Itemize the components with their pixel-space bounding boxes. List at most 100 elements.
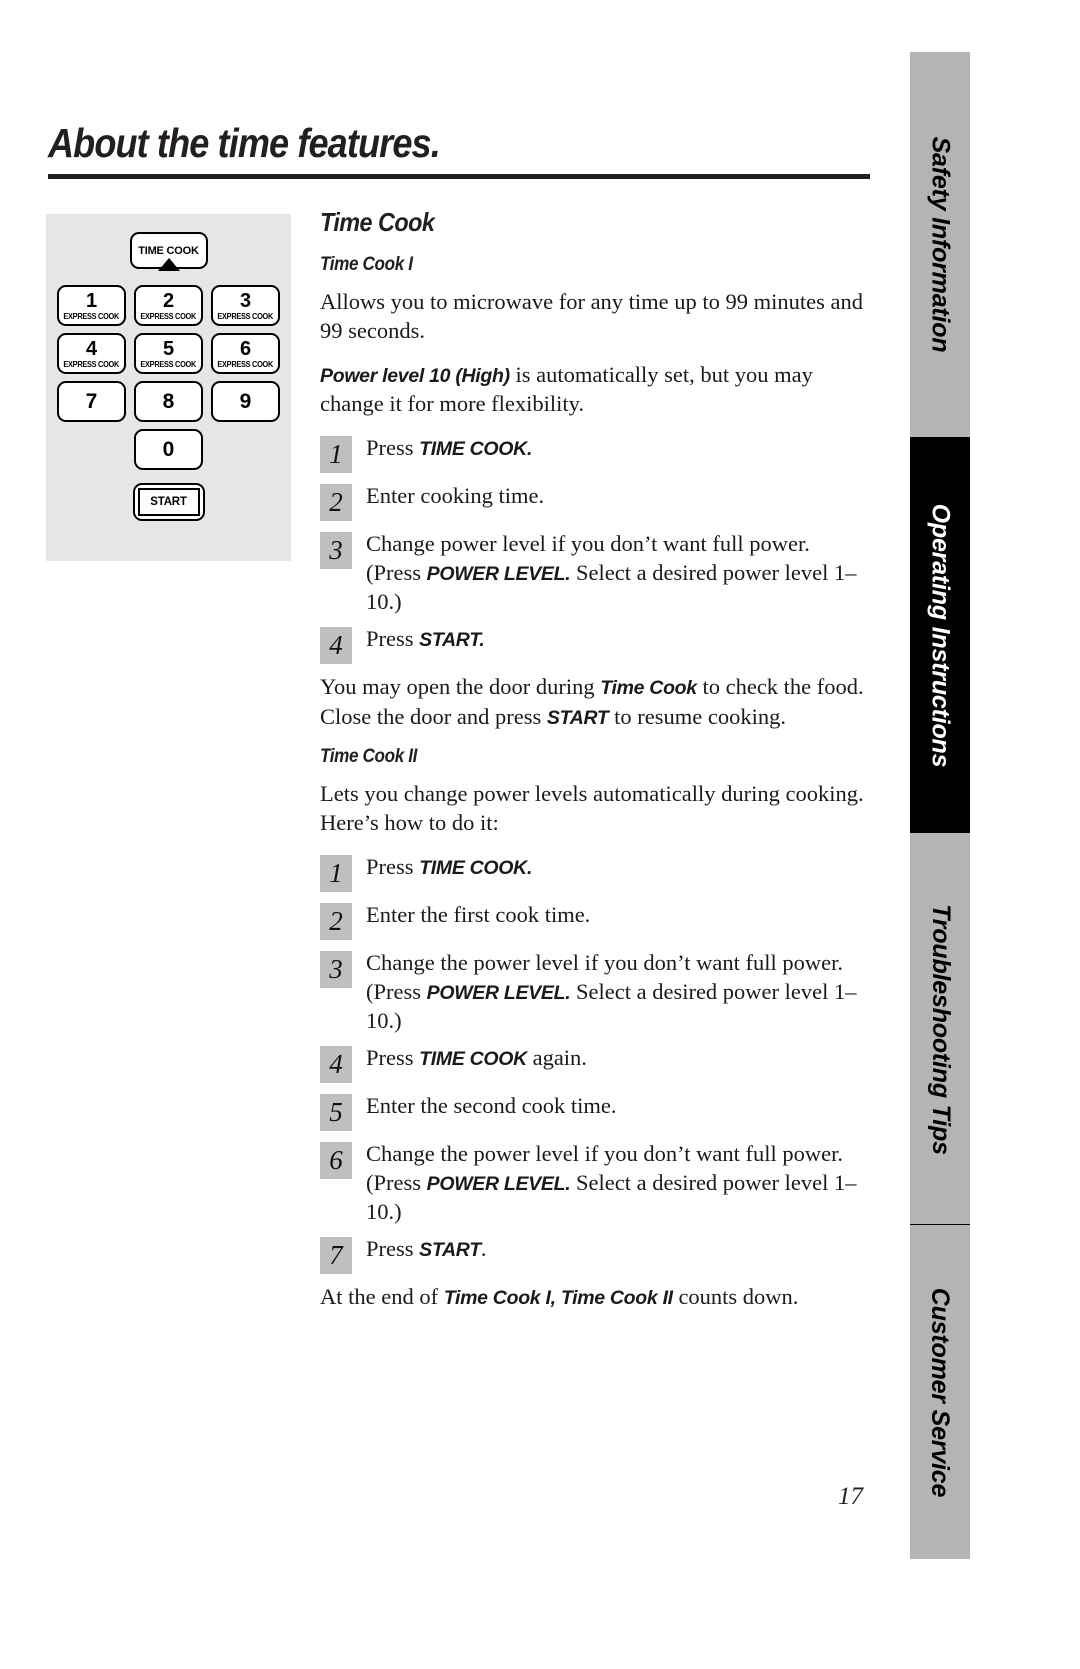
key-5[interactable]: 5 EXPRESS COOK [134,333,203,374]
list-item: 5 Enter the second cook time. [320,1091,865,1131]
step-keyword: TIME COOK. [419,856,533,879]
key-time-cook[interactable]: TIME COOK [129,232,208,271]
content-column: Time Cook Time Cook I Allows you to micr… [320,207,865,1326]
key-start-inner: START [137,488,200,516]
time-cook-2-closing: At the end of Time Cook I, Time Cook II … [320,1282,865,1311]
key-7[interactable]: 7 [57,381,126,422]
note-part-1: You may open the door during [320,674,601,700]
time-cook-1-steps: 1 Press TIME COOK. 2 Enter cooking time. 3… [320,433,865,665]
section-title: Time Cook [320,207,435,237]
closing-keyword: Time Cook I, Time Cook II [443,1287,673,1310]
list-item: 2 Enter cooking time. [320,481,865,522]
key-4-sublabel: EXPRESS COOK [63,359,120,369]
keypad-row-2: 4 EXPRESS COOK 5 EXPRESS COOK 6 EXPRESS … [46,333,291,374]
step-text-pre: Press [366,1044,420,1070]
list-item: 1 Press TIME COOK. [320,433,865,474]
time-cook-1-note: You may open the door during Time Cook t… [320,672,865,730]
step-text-pre: Press [366,435,420,461]
step-number: 6 [320,1141,352,1179]
key-start[interactable]: START [132,483,205,521]
list-item: 4 Press START. [320,624,865,665]
time-cook-1-intro: Allows you to microwave for any time up … [320,289,864,344]
step-keyword: POWER LEVEL. [426,1172,571,1195]
step-text-pre: Press [366,1236,420,1262]
list-item: 4 Press TIME COOK again. [320,1043,865,1083]
key-2-digit: 2 [162,289,175,312]
key-0-digit: 0 [162,438,175,461]
keypad-diagram: TIME COOK 1 EXPRESS COOK 2 EXPRESS COOK … [46,214,291,561]
key-3-digit: 3 [239,289,252,312]
step-number: 5 [320,1093,352,1131]
key-8-digit: 8 [162,390,175,413]
key-5-digit: 5 [162,337,175,360]
power-level-keyword: Power level 10 (High) [320,365,510,388]
key-time-cook-label: TIME COOK [138,244,199,257]
subsection-title-time-cook-2: Time Cook II [320,745,418,767]
list-item: 3 Change power level if you don’t want fu… [320,529,865,616]
pointer-triangle-icon [157,258,180,271]
sidebar-tab-operating-instructions[interactable]: Operating Instructions [910,437,970,833]
step-number: 3 [320,950,352,988]
sidebar-tab-label: Safety Information [926,136,955,353]
title-rule [48,174,870,179]
step-text-post: . [480,1236,487,1262]
key-8[interactable]: 8 [134,381,203,422]
key-6-digit: 6 [239,337,252,360]
time-cook-1-power-note: Power level 10 (High) is automatically s… [320,360,865,418]
step-keyword: POWER LEVEL. [426,563,571,586]
step-keyword: POWER LEVEL. [426,981,571,1004]
key-9-digit: 9 [239,390,252,413]
list-item: 3 Change the power level if you don’t wan… [320,948,865,1035]
note-part-3: to resume cooking. [608,703,787,729]
section-tab-rail: Safety Information Operating Instruction… [910,52,970,1559]
key-3-sublabel: EXPRESS COOK [217,311,274,321]
sidebar-tab-label: Customer Service [926,1287,955,1497]
subsection-title-time-cook-1: Time Cook I [320,254,413,275]
step-text-pre: Enter cooking time. [366,483,545,509]
step-number: 1 [320,854,352,892]
list-item: 2 Enter the first cook time. [320,900,865,940]
keypad-row-3: 7 8 9 [46,381,291,422]
step-number: 3 [320,532,352,570]
key-3[interactable]: 3 EXPRESS COOK [211,285,280,326]
key-4-digit: 4 [85,337,98,360]
step-number: 4 [320,627,352,665]
closing-part-2: counts down. [672,1284,799,1310]
key-2-sublabel: EXPRESS COOK [140,311,197,321]
step-number: 2 [320,484,352,522]
sidebar-tab-customer-service[interactable]: Customer Service [910,1225,970,1559]
key-1-digit: 1 [85,289,98,312]
key-2[interactable]: 2 EXPRESS COOK [134,285,203,326]
step-keyword: TIME COOK [419,1047,527,1070]
key-5-sublabel: EXPRESS COOK [140,359,197,369]
step-text-pre: Press [366,626,420,652]
keypad-row-start: START [46,483,291,521]
page-title: About the time features. [48,120,441,166]
key-6-sublabel: EXPRESS COOK [217,359,274,369]
sidebar-tab-safety-information[interactable]: Safety Information [910,52,970,437]
key-6[interactable]: 6 EXPRESS COOK [211,333,280,374]
key-4[interactable]: 4 EXPRESS COOK [57,333,126,374]
sidebar-tab-label: Operating Instructions [926,503,955,767]
step-number: 1 [320,436,352,474]
key-0[interactable]: 0 [134,429,203,470]
closing-part-1: At the end of [320,1284,444,1310]
manual-page: About the time features. TIME COOK 1 EXP… [0,0,910,1669]
note-keyword-start: START [546,706,609,729]
key-9[interactable]: 9 [211,381,280,422]
sidebar-tab-label: Troubleshooting Tips [926,903,955,1155]
keypad-row-1: 1 EXPRESS COOK 2 EXPRESS COOK 3 EXPRESS … [46,285,291,326]
page-header: About the time features. [48,120,870,179]
key-7-digit: 7 [85,390,98,413]
sidebar-tab-troubleshooting-tips[interactable]: Troubleshooting Tips [910,833,970,1225]
note-keyword-time-cook: Time Cook [600,677,697,700]
step-number: 4 [320,1045,352,1083]
step-text-pre: Press [366,853,420,879]
step-number: 7 [320,1237,352,1275]
key-1[interactable]: 1 EXPRESS COOK [57,285,126,326]
step-keyword: TIME COOK. [419,438,533,461]
pointer-spacer [46,274,291,285]
step-text-pre: Enter the first cook time. [366,901,591,927]
time-cook-2-steps: 1 Press TIME COOK. 2 Enter the first cook … [320,852,865,1275]
list-item: 1 Press TIME COOK. [320,852,865,892]
